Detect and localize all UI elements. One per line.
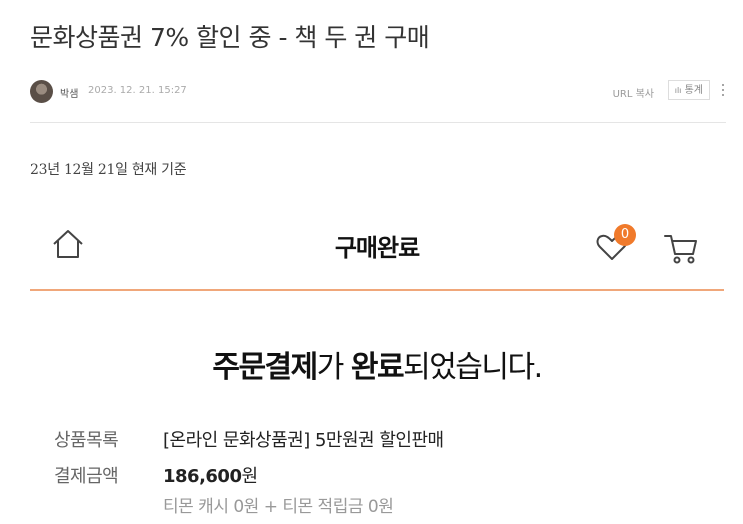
currency-unit: 원: [241, 466, 258, 487]
payment-amount-value: 186,600원: [163, 462, 258, 488]
embedded-screenshot: 구매완료 0 주문결제가 완료되었습니다. 상품목록 [온라인 문화상품권] 5…: [30, 200, 724, 524]
stats-button[interactable]: ılı 통계: [667, 80, 710, 100]
header-divider: [30, 289, 724, 291]
order-complete-message: 주문결제가 완료되었습니다.: [212, 350, 543, 385]
wishlist-count-badge: 0: [614, 224, 636, 246]
author-avatar[interactable]: [30, 80, 53, 103]
payment-amount: 186,600: [163, 466, 242, 487]
body-paragraph: 23년 12월 21일 현재 기준: [30, 162, 187, 178]
stats-label: 통계: [684, 85, 703, 96]
payment-breakdown: 티몬 캐시 0원 + 티몬 적립금 0원: [163, 497, 394, 517]
more-options-icon[interactable]: [720, 82, 726, 100]
post-meta: 박샘 2023. 12. 21. 15:27 URL 복사 ılı 통계: [30, 80, 726, 104]
wishlist-button[interactable]: 0: [596, 224, 636, 266]
post-date: 2023. 12. 21. 15:27: [88, 85, 187, 96]
divider: [30, 122, 726, 123]
cart-icon[interactable]: [662, 228, 700, 266]
post-title: 문화상품권 7% 할인 중 - 책 두 권 구매: [30, 23, 430, 52]
product-list-label: 상품목록: [54, 430, 119, 451]
author-name[interactable]: 박샘: [60, 85, 78, 100]
payment-amount-label: 결제금액: [54, 466, 119, 487]
product-list-value: [온라인 문화상품권] 5만원권 할인판매: [163, 430, 444, 451]
url-copy-button[interactable]: URL 복사: [613, 85, 654, 100]
chart-icon: ılı: [674, 86, 682, 95]
